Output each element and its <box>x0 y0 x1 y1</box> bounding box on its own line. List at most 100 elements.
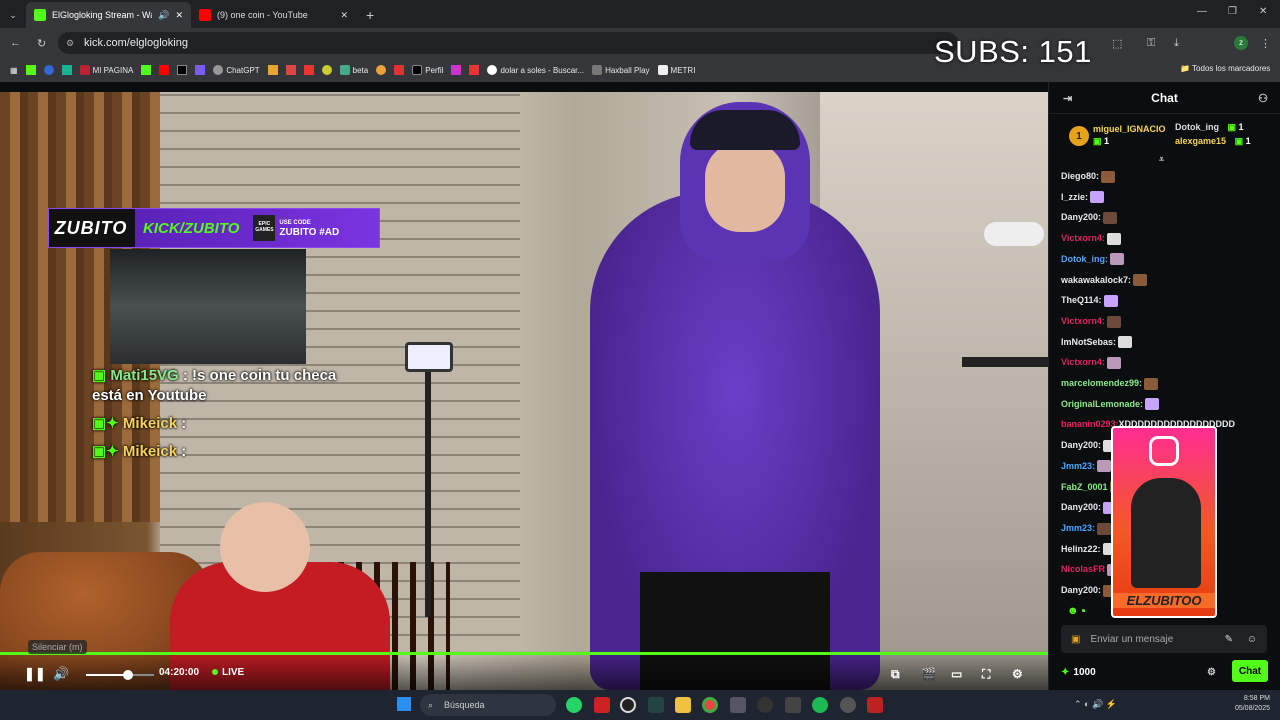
chat-username[interactable]: OriginalLemonade: <box>1061 399 1143 409</box>
app-icon[interactable] <box>594 697 610 713</box>
close-tab-icon[interactable]: ✕ <box>340 10 348 21</box>
bookmark-beta[interactable]: beta <box>339 65 368 75</box>
file-explorer-icon[interactable] <box>675 697 691 713</box>
gifter-1[interactable]: miguel_IGNACIO ▣ 1 <box>1093 124 1166 164</box>
chat-username[interactable]: Dany200: <box>1061 440 1101 450</box>
miniplayer-icon[interactable]: ⧉ <box>891 667 900 682</box>
download-icon[interactable]: ⤓ <box>1174 37 1179 50</box>
system-tray[interactable]: ⌃ ◐ 🔊 ⚡ <box>1074 699 1117 710</box>
bookmark-icon[interactable] <box>321 65 332 75</box>
chat-input[interactable]: ▣ Enviar un mensaje ✎ ☺ <box>1061 625 1267 653</box>
bookmark-icon[interactable] <box>267 65 278 75</box>
bookmark-icon[interactable] <box>141 65 152 75</box>
emote-picker-icon[interactable]: ✎ <box>1225 634 1233 645</box>
chat-settings-icon[interactable]: ⚙ <box>1207 667 1216 678</box>
taskbar-search[interactable]: ⌕ Búsqueda <box>420 694 556 716</box>
audio-icon[interactable]: 🔊 <box>158 10 169 21</box>
site-info-icon[interactable]: ⚙ <box>66 38 74 49</box>
back-icon[interactable]: ← <box>10 37 21 49</box>
chat-username[interactable]: Dany200: <box>1061 212 1101 222</box>
reload-icon[interactable]: ↻ <box>37 37 46 50</box>
gifter-2[interactable]: Dotok_ing ▣ 1 <box>1175 122 1244 133</box>
bookmark-icon[interactable] <box>376 65 387 75</box>
expand-chevron-icon[interactable]: ⩡ <box>1159 154 1164 165</box>
chat-username[interactable]: TheQ114: <box>1061 295 1102 305</box>
chat-username[interactable]: Diego80: <box>1061 171 1099 181</box>
bookmark-icon[interactable] <box>469 65 480 75</box>
bookmark-icon[interactable] <box>195 65 206 75</box>
send-chat-button[interactable]: Chat <box>1232 660 1268 682</box>
minimize-button[interactable]: — <box>1197 6 1207 17</box>
chat-username[interactable]: ImNotSebas: <box>1061 337 1116 347</box>
new-tab-button[interactable]: + <box>366 7 374 23</box>
volume-knob[interactable] <box>123 670 133 680</box>
close-tab-icon[interactable]: ✕ <box>175 10 183 21</box>
bookmark-icon[interactable] <box>43 65 54 75</box>
volume-icon[interactable]: 🔊 <box>53 666 69 682</box>
chat-username[interactable]: Dotok_ing: <box>1061 254 1108 264</box>
pause-button[interactable]: ❚❚ <box>24 666 46 682</box>
chat-users-icon[interactable]: ⚇ <box>1258 92 1268 105</box>
progress-bar[interactable] <box>0 652 1048 655</box>
taskbar-clock[interactable]: 8:58 PM 05/08/2025 <box>1235 694 1270 714</box>
collapse-chat-icon[interactable]: ⇥ <box>1063 92 1072 105</box>
bookmark-mi-pagina[interactable]: MI PAGINA <box>79 65 133 75</box>
bookmark-dolar[interactable]: dolar a soles - Buscar... <box>487 65 584 75</box>
chrome-icon[interactable] <box>702 697 718 713</box>
app-icon[interactable] <box>757 697 773 713</box>
menu-icon[interactable]: ⋮ <box>1260 37 1271 50</box>
tab-youtube[interactable]: (9) one coin - YouTube ✕ <box>191 2 356 28</box>
chat-username[interactable]: Victxorn4: <box>1061 316 1105 326</box>
bookmark-icon[interactable] <box>394 65 405 75</box>
emoji-icon[interactable]: ☺ <box>1247 634 1257 645</box>
apps-grid-icon[interactable]: ▦ <box>10 66 18 75</box>
app-icon[interactable] <box>785 697 801 713</box>
app-icon[interactable] <box>867 697 883 713</box>
app-icon[interactable] <box>730 697 746 713</box>
chat-username[interactable]: Dany200: <box>1061 585 1101 595</box>
chat-username[interactable]: wakawakalock7: <box>1061 275 1131 285</box>
chat-username[interactable]: NicolasFR <box>1061 564 1105 574</box>
app-icon[interactable] <box>840 697 856 713</box>
chat-username[interactable]: Jmm23: <box>1061 523 1095 533</box>
windows-start-icon[interactable] <box>397 697 411 711</box>
bookmark-perfil[interactable]: Perfil <box>412 65 443 75</box>
bookmark-icon[interactable] <box>285 65 296 75</box>
chat-username[interactable]: FabZ_0001 <box>1061 482 1108 492</box>
chat-username[interactable]: Dany200: <box>1061 502 1101 512</box>
chat-username[interactable]: bananin0293: <box>1061 419 1119 429</box>
all-bookmarks[interactable]: 📁 Todos los marcadores <box>1180 64 1270 73</box>
address-bar[interactable]: ⚙ kick.com/elglogloking <box>58 32 958 54</box>
theater-icon[interactable]: ▭ <box>951 667 962 681</box>
bookmark-metri[interactable]: METRI <box>657 65 695 75</box>
chat-username[interactable]: Victxorn4: <box>1061 233 1105 243</box>
bookmark-icon[interactable] <box>177 65 188 75</box>
maximize-button[interactable]: ❐ <box>1228 6 1237 17</box>
bookmark-icon[interactable] <box>61 65 72 75</box>
settings-icon[interactable]: ⚙ <box>1012 667 1023 681</box>
chat-username[interactable]: Helinz22: <box>1061 544 1101 554</box>
chat-username[interactable]: Jmm23: <box>1061 461 1095 471</box>
points-value[interactable]: 1000 <box>1073 667 1095 678</box>
extensions-icon[interactable]: ⬚ <box>1112 37 1122 50</box>
app-icon[interactable] <box>648 697 664 713</box>
bookmark-icon[interactable] <box>159 65 170 75</box>
bookmark-icon[interactable] <box>451 65 462 75</box>
bookmark-icon[interactable] <box>25 65 36 75</box>
bookmark-icon[interactable] <box>303 65 314 75</box>
gifter-3[interactable]: alexgame15 ▣ 1 <box>1175 136 1251 147</box>
clip-icon[interactable]: 🎬 <box>921 667 936 681</box>
whatsapp-icon[interactable] <box>566 697 582 713</box>
spotify-icon[interactable] <box>812 697 828 713</box>
app-icon[interactable] <box>620 697 636 713</box>
tab-kick[interactable]: ElGlogloking Stream - Watch l 🔊 ✕ <box>26 2 191 28</box>
chat-username[interactable]: marcelomendez99: <box>1061 378 1142 388</box>
bookmark-chatgpt[interactable]: ChatGPT <box>213 65 260 75</box>
chat-username[interactable]: l_zzie: <box>1061 192 1088 202</box>
chat-username[interactable]: Victxorn4: <box>1061 357 1105 367</box>
close-window-button[interactable]: ✕ <box>1259 6 1267 17</box>
tab-search-button[interactable]: ⌄ <box>0 10 26 21</box>
bookmark-haxball[interactable]: Haxball Play <box>592 65 650 75</box>
key-icon[interactable]: ⚿ <box>1147 37 1155 50</box>
fullscreen-icon[interactable]: ⛶ <box>982 667 990 682</box>
